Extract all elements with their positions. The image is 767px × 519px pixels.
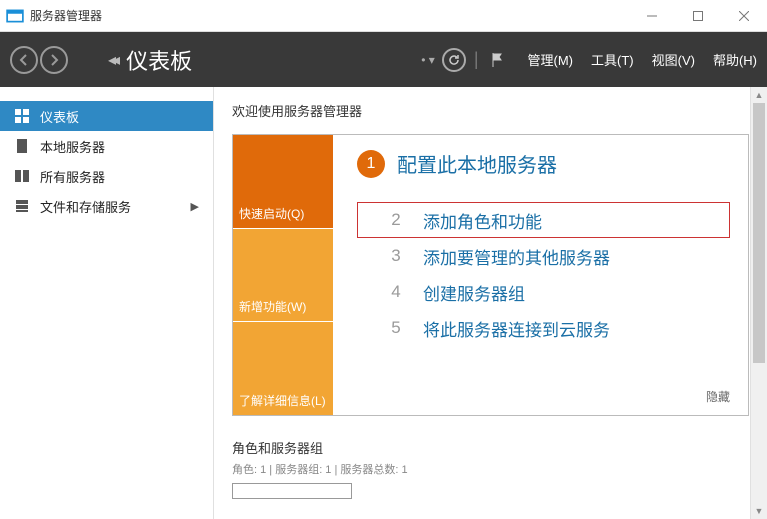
welcome-tile: 快速启动(Q) 新增功能(W) 了解详细信息(L) 1 配置此本地服务器 2 添… — [232, 134, 749, 416]
sidebar-item-label: 所有服务器 — [40, 167, 105, 186]
step-create-group[interactable]: 4 创建服务器组 — [357, 274, 730, 310]
ribbon: ◂◂ 仪表板 • ▾ | 管理(M) 工具(T) 视图(V) 帮助(H) — [0, 32, 767, 87]
server-icon — [14, 138, 30, 154]
menu-manage[interactable]: 管理(M) — [528, 50, 574, 69]
step-number: 3 — [385, 246, 407, 266]
step-number-badge: 1 — [357, 150, 385, 178]
scroll-up-icon[interactable]: ▲ — [751, 87, 767, 103]
chevron-right-icon: ▶ — [191, 200, 199, 213]
page-title: 仪表板 — [126, 44, 192, 76]
menu-view[interactable]: 视图(V) — [652, 50, 695, 69]
close-button[interactable] — [721, 0, 767, 32]
tab-label: 新增功能(W) — [239, 298, 306, 315]
refresh-button[interactable] — [442, 48, 466, 72]
sidebar: 仪表板 本地服务器 所有服务器 文件和存储服务 ▶ — [0, 87, 214, 519]
forward-button[interactable] — [40, 46, 68, 74]
sidebar-item-all-servers[interactable]: 所有服务器 — [0, 161, 213, 191]
step-label: 配置此本地服务器 — [397, 149, 557, 178]
sidebar-item-local-server[interactable]: 本地服务器 — [0, 131, 213, 161]
storage-icon — [14, 198, 30, 214]
scrollbar-thumb[interactable] — [753, 103, 765, 363]
roles-heading: 角色和服务器组 — [232, 438, 749, 457]
dropdown-indicator[interactable]: • ▾ — [421, 53, 435, 67]
maximize-button[interactable] — [675, 0, 721, 32]
hide-link[interactable]: 隐藏 — [706, 388, 730, 405]
back-button[interactable] — [10, 46, 38, 74]
roles-tile-partial — [232, 483, 352, 499]
menu-help[interactable]: 帮助(H) — [713, 50, 757, 69]
app-icon — [6, 7, 24, 25]
tab-quick-start[interactable]: 快速启动(Q) — [233, 135, 333, 228]
servers-icon — [14, 168, 30, 184]
notifications-flag-icon[interactable] — [487, 52, 507, 68]
tab-learn-more[interactable]: 了解详细信息(L) — [233, 321, 333, 415]
dashboard-icon — [14, 108, 30, 124]
tab-label: 快速启动(Q) — [239, 205, 304, 222]
step-number: 4 — [385, 282, 407, 302]
tab-label: 了解详细信息(L) — [239, 392, 326, 409]
sidebar-item-label: 仪表板 — [40, 107, 79, 126]
sidebar-item-label: 文件和存储服务 — [40, 197, 131, 216]
step-connect-cloud[interactable]: 5 将此服务器连接到云服务 — [357, 310, 730, 346]
step-add-roles[interactable]: 2 添加角色和功能 — [357, 202, 730, 238]
step-configure-local[interactable]: 1 配置此本地服务器 — [357, 149, 730, 178]
step-label: 添加要管理的其他服务器 — [423, 244, 610, 269]
step-label: 创建服务器组 — [423, 280, 525, 305]
step-label: 将此服务器连接到云服务 — [423, 316, 610, 341]
welcome-heading: 欢迎使用服务器管理器 — [214, 87, 767, 134]
sidebar-item-file-storage[interactable]: 文件和存储服务 ▶ — [0, 191, 213, 221]
step-number: 2 — [385, 210, 407, 230]
step-label: 添加角色和功能 — [423, 208, 542, 233]
step-add-servers[interactable]: 3 添加要管理的其他服务器 — [357, 238, 730, 274]
window-title: 服务器管理器 — [30, 7, 629, 24]
roles-subtitle: 角色: 1 | 服务器组: 1 | 服务器总数: 1 — [232, 461, 749, 477]
tab-whats-new[interactable]: 新增功能(W) — [233, 228, 333, 322]
step-number: 5 — [385, 318, 407, 338]
window-controls — [629, 0, 767, 32]
separator: | — [474, 49, 479, 70]
titlebar: 服务器管理器 — [0, 0, 767, 32]
vertical-scrollbar[interactable]: ▲ ▼ — [750, 87, 767, 519]
sidebar-item-label: 本地服务器 — [40, 137, 105, 156]
content-area: 欢迎使用服务器管理器 快速启动(Q) 新增功能(W) 了解详细信息(L) 1 配… — [214, 87, 767, 519]
breadcrumb-chevrons-icon: ◂◂ — [108, 50, 116, 70]
sidebar-item-dashboard[interactable]: 仪表板 — [0, 101, 213, 131]
scroll-down-icon[interactable]: ▼ — [751, 503, 767, 519]
menu-tools[interactable]: 工具(T) — [591, 50, 634, 69]
minimize-button[interactable] — [629, 0, 675, 32]
